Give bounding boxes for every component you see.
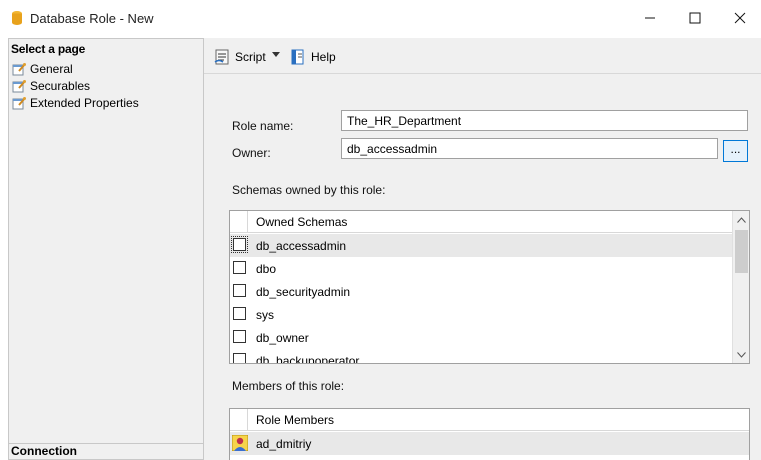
help-label: Help: [311, 50, 336, 64]
page-item-general[interactable]: General: [12, 61, 73, 77]
schema-checkbox[interactable]: [233, 353, 246, 363]
database-icon: [12, 11, 22, 25]
schema-checkbox[interactable]: [233, 307, 246, 320]
schema-checkbox[interactable]: [231, 236, 248, 253]
row-selector-header: [230, 409, 248, 431]
schemas-section-label: Schemas owned by this role:: [232, 183, 386, 197]
page-wrench-icon: [12, 63, 26, 76]
role-name-input[interactable]: The_HR_Department: [341, 110, 748, 131]
title-bar: Database Role - New: [0, 0, 761, 38]
schemas-vertical-scrollbar[interactable]: [732, 211, 749, 363]
schema-checkbox[interactable]: [233, 284, 246, 297]
help-button[interactable]: Help: [290, 49, 336, 65]
members-section-label: Members of this role:: [232, 379, 345, 393]
minimize-button[interactable]: [636, 6, 664, 30]
page-item-label: Securables: [30, 79, 91, 93]
close-button[interactable]: [726, 6, 754, 30]
table-row[interactable]: db_accessadmin: [230, 234, 733, 257]
schema-name: db_owner: [256, 331, 309, 345]
chevron-down-icon: [737, 351, 746, 358]
schema-name: db_backupoperator: [256, 354, 360, 364]
page-item-label: General: [30, 62, 73, 76]
select-page-header: Select a page: [11, 42, 86, 56]
user-icon: [232, 435, 248, 451]
schema-name: db_accessadmin: [256, 239, 347, 253]
table-row[interactable]: sys: [230, 303, 733, 326]
minimize-icon: [645, 17, 655, 19]
schema-name: db_securityadmin: [256, 285, 351, 299]
role-name-label: Role name:: [232, 119, 294, 133]
script-button[interactable]: Script: [214, 49, 266, 65]
script-icon: [214, 49, 229, 65]
role-properties-pane: Script Help Role name: The_HR_Department…: [204, 38, 761, 460]
page-wrench-icon: [12, 80, 26, 93]
table-row[interactable]: dbo: [230, 257, 733, 280]
row-selector-header: [230, 211, 248, 233]
owned-schemas-column-header[interactable]: Owned Schemas: [256, 215, 347, 229]
page-item-label: Extended Properties: [30, 96, 139, 110]
page-item-extended-properties[interactable]: Extended Properties: [12, 95, 139, 111]
script-label: Script: [235, 50, 266, 64]
schema-name: sys: [256, 308, 274, 322]
schemas-grid-header: Owned Schemas: [230, 211, 733, 233]
connection-header: Connection: [9, 443, 203, 459]
maximize-button[interactable]: [681, 6, 709, 30]
member-name: ad_dmitriy: [256, 437, 312, 451]
role-members-column-header[interactable]: Role Members: [256, 413, 334, 427]
table-row[interactable]: db_securityadmin: [230, 280, 733, 303]
page-wrench-icon: [12, 97, 26, 110]
page-selector-pane: Select a page General Securables Extende…: [8, 38, 204, 460]
scroll-down-button[interactable]: [733, 346, 749, 363]
schema-name: dbo: [256, 262, 277, 276]
chevron-up-icon: [737, 216, 746, 223]
window-title: Database Role - New: [30, 11, 154, 26]
maximize-icon: [689, 12, 701, 24]
owner-browse-button[interactable]: ...: [723, 140, 748, 162]
owner-label: Owner:: [232, 146, 271, 160]
page-item-securables[interactable]: Securables: [12, 78, 90, 94]
members-grid-header: Role Members: [230, 409, 749, 431]
schema-checkbox[interactable]: [233, 330, 246, 343]
role-members-grid: Role Members ad_dmitriy: [229, 408, 750, 460]
scroll-thumb[interactable]: [735, 230, 748, 273]
chevron-down-icon[interactable]: [272, 52, 280, 58]
table-row[interactable]: ad_dmitriy: [230, 432, 749, 455]
close-icon: [734, 12, 746, 24]
scroll-up-button[interactable]: [733, 211, 749, 228]
table-row[interactable]: db_backupoperator: [230, 349, 733, 364]
toolbar: Script Help: [204, 38, 761, 74]
help-icon: [291, 49, 304, 65]
schema-checkbox[interactable]: [233, 261, 246, 274]
owner-input[interactable]: db_accessadmin: [341, 138, 718, 159]
table-row[interactable]: db_owner: [230, 326, 733, 349]
owned-schemas-grid: Owned Schemas db_accessadmin dbo db_secu…: [229, 210, 750, 364]
